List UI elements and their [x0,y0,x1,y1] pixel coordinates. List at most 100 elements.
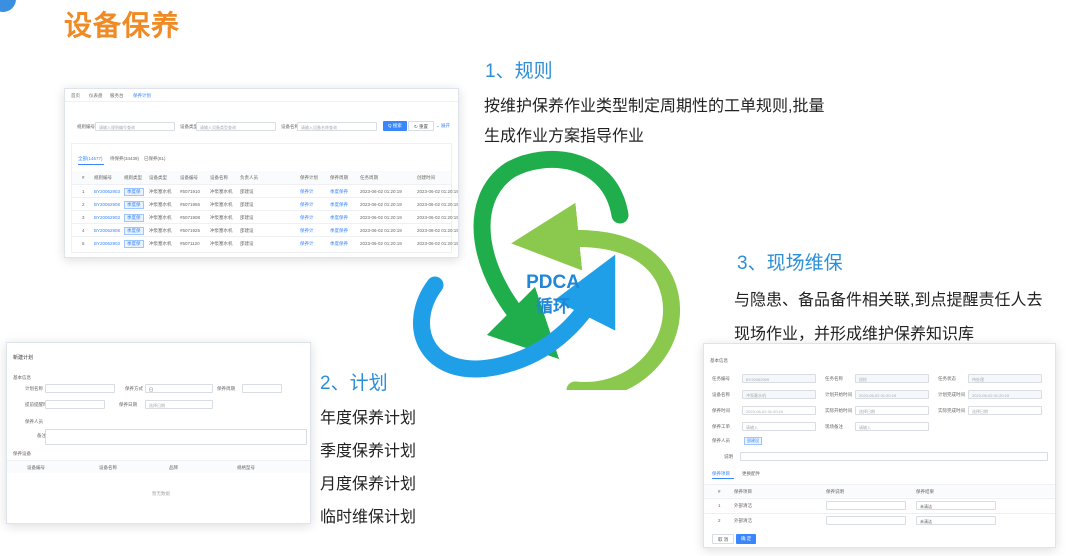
col-owner: 负责人员 [240,175,258,180]
table-cell[interactable]: 保养计 [300,241,314,247]
table-header: 设备编号 设备名称 品牌 规格型号 [7,460,310,473]
table-cell: 2023-06-02 01:20:19 [417,228,459,233]
table-cell[interactable]: 保养计 [300,228,314,234]
table-cell[interactable]: BY20062903 [94,189,120,194]
field-value[interactable]: 请输入 [855,422,929,431]
table-cell: 冲泵塞水机 [210,241,233,246]
tab-done[interactable]: 已保养(61) [144,156,166,162]
tab-parts[interactable]: 更换配件 [742,471,760,477]
table-cell[interactable]: 保养计 [300,215,314,221]
result-select[interactable]: 未清洁 [916,501,996,510]
field-label: 保养工单 [712,424,730,429]
col-rule-type: 规则类型 [124,175,142,180]
table-cell: 邵建设 [240,202,254,207]
tab-bar: 首页 仪表盘 服务台 保养计划 [65,89,458,102]
tab-pending[interactable]: 待保养(34439) [110,156,139,162]
col-task-cycle: 任务周期 [360,175,378,180]
table-cell: 2023-06-02 01:20:19 [417,189,459,194]
table-cell: 季度保养 [330,189,348,194]
table-row: 1 外部清洁 未清洁 [704,498,1055,511]
field-label: 保养周期 [217,386,235,391]
table-row[interactable]: 5 BY20062903 季度保 冲泵塞水机 #5071120 冲泵塞水机 邵建设 保养计 季度… [72,236,458,249]
field-value: 2023-06-02 01:20:19 [855,390,929,399]
col-device-name: 设备名称 [210,175,228,180]
cycle-input[interactable] [242,384,282,393]
tab-service[interactable]: 服务台 [110,93,124,99]
table-row[interactable]: 4 BY20062908 季度保 冲泵塞水机 #5071925 冲泵塞水机 邵建设 保养计 季度… [72,223,458,236]
col-rule-no: 规则编号 [94,175,112,180]
remind-input[interactable] [45,400,105,409]
field-value: 2023-06-02 01:20:19 [968,390,1042,399]
table-cell[interactable]: BY20062908 [94,228,120,233]
person-tag[interactable]: 邵建设 [744,437,762,445]
tab-dashboard[interactable]: 仪表盘 [89,93,103,99]
rule-heading: 1、规则 [485,61,553,82]
onsite-description: 与隐患、备品备件相关联,到点提醒责任人去 现场作业，并形成维护保养知识库 [734,284,1042,352]
table-cell[interactable]: BY20062903 [94,241,120,246]
col-plan: 保养计划 [300,175,318,180]
note-cell-input[interactable] [826,516,906,525]
table-cell: 3 [82,215,85,220]
table-cell: 季度保养 [330,215,348,220]
work-order-screenshot: 基本信息 任务编号 BY20062909 任务名称 巡检 任务状态 待处理 设备名称 冲泵塞水… [703,343,1056,548]
date-picker[interactable]: 选择日期 [145,400,213,409]
field-label: 保养方式 [125,386,143,391]
remark-textarea[interactable] [45,429,307,445]
tab-maintenance-plan[interactable]: 保养计划 [133,93,151,99]
search-button[interactable]: Q 搜索 [383,121,407,131]
table-row[interactable]: 3 BY20062903 季度保 冲泵塞水机 #5071908 冲泵塞水机 邵建设 保养计 季度… [72,210,458,223]
tab-all[interactable]: 全部(14677) [78,156,103,162]
col: 设备名称 [99,465,117,470]
note-input[interactable] [740,452,1048,461]
col: 保养项目 [734,489,752,494]
field-value[interactable]: 选择日期 [855,406,929,415]
table-cell: 2023-06-02 01:20:19 [417,241,459,246]
table-cell: 2 [718,518,721,523]
cancel-button[interactable]: 取 消 [712,534,735,544]
field-value[interactable]: 请输入 [742,422,816,431]
table-cell: 2023-06-02 01:20:19 [360,189,402,194]
plan-name-input[interactable] [45,384,115,393]
tab-items[interactable]: 保养项目 [712,471,730,477]
table-header: # 保养项目 保养说明 保养结果 [704,484,1055,497]
device-name-input[interactable]: 请输入设备名称查询 [297,122,377,131]
note-cell-input[interactable] [826,501,906,510]
table-row[interactable]: 2 BY20062908 季度保 冲泵塞水机 #5071955 冲泵塞水机 邵建设 保养计 季度… [72,197,458,210]
table-cell[interactable]: 保养计 [300,202,314,208]
section-title: 保养设备 [13,451,31,456]
new-plan-screenshot: 新建计划 基本信息 计划名称 保养方式 日 保养周期 提前提醒时间 保养日期 选… [6,342,311,524]
table-cell: 2023-06-02 01:20:19 [417,202,459,207]
col-device-no: 设备编号 [180,175,198,180]
table-cell[interactable]: BY20062903 [94,215,120,220]
maintenance-method-select[interactable]: 日 [145,384,213,393]
field-label: 保养日期 [119,402,137,407]
result-select[interactable]: 未清洁 [916,516,996,525]
field-label: 实际完成时间 [938,408,965,413]
plan-item: 月度保养计划 [320,476,417,493]
confirm-button[interactable]: 确 定 [736,534,757,544]
field-value[interactable]: 选择日期 [968,406,1042,415]
table-cell: 季度保养 [330,241,348,246]
table-cell: 邵建设 [240,241,254,246]
plan-item: 年度保养计划 [320,410,417,427]
table-cell: 2 [82,202,85,207]
section-title: 基本信息 [710,358,728,363]
expand-button[interactable]: ⌄ 展开 [431,121,455,131]
table-cell[interactable]: BY20062908 [94,202,120,207]
plan-item: 季度保养计划 [320,443,417,460]
field-value: BY20062909 [742,374,816,383]
tab-home[interactable]: 首页 [71,93,80,99]
device-type-input[interactable]: 请输入设备类型查询 [196,122,276,131]
table-cell: 邵建设 [240,215,254,220]
table-cell: 2023-06-02 01:20:19 [360,228,402,233]
field-label: 计划完成时间 [938,392,965,397]
table-row[interactable]: 1 BY20062903 季度保 冲泵塞水机 #5071910 冲泵塞水机 邵建设 保养计 季度… [72,184,458,197]
table-cell[interactable]: 保养计 [300,189,314,195]
table-cell: 季度保 [124,240,144,248]
rule-no-input[interactable]: 请输入规则编号查询 [95,122,175,131]
field-value[interactable]: 2023-06-02 01:20:19 [742,406,816,415]
field-value: 待处理 [968,374,1042,383]
table-cell: #5071955 [180,202,201,207]
table-cell: 冲泵塞水机 [149,241,172,246]
table-cell: 2023-06-02 01:20:19 [360,202,402,207]
